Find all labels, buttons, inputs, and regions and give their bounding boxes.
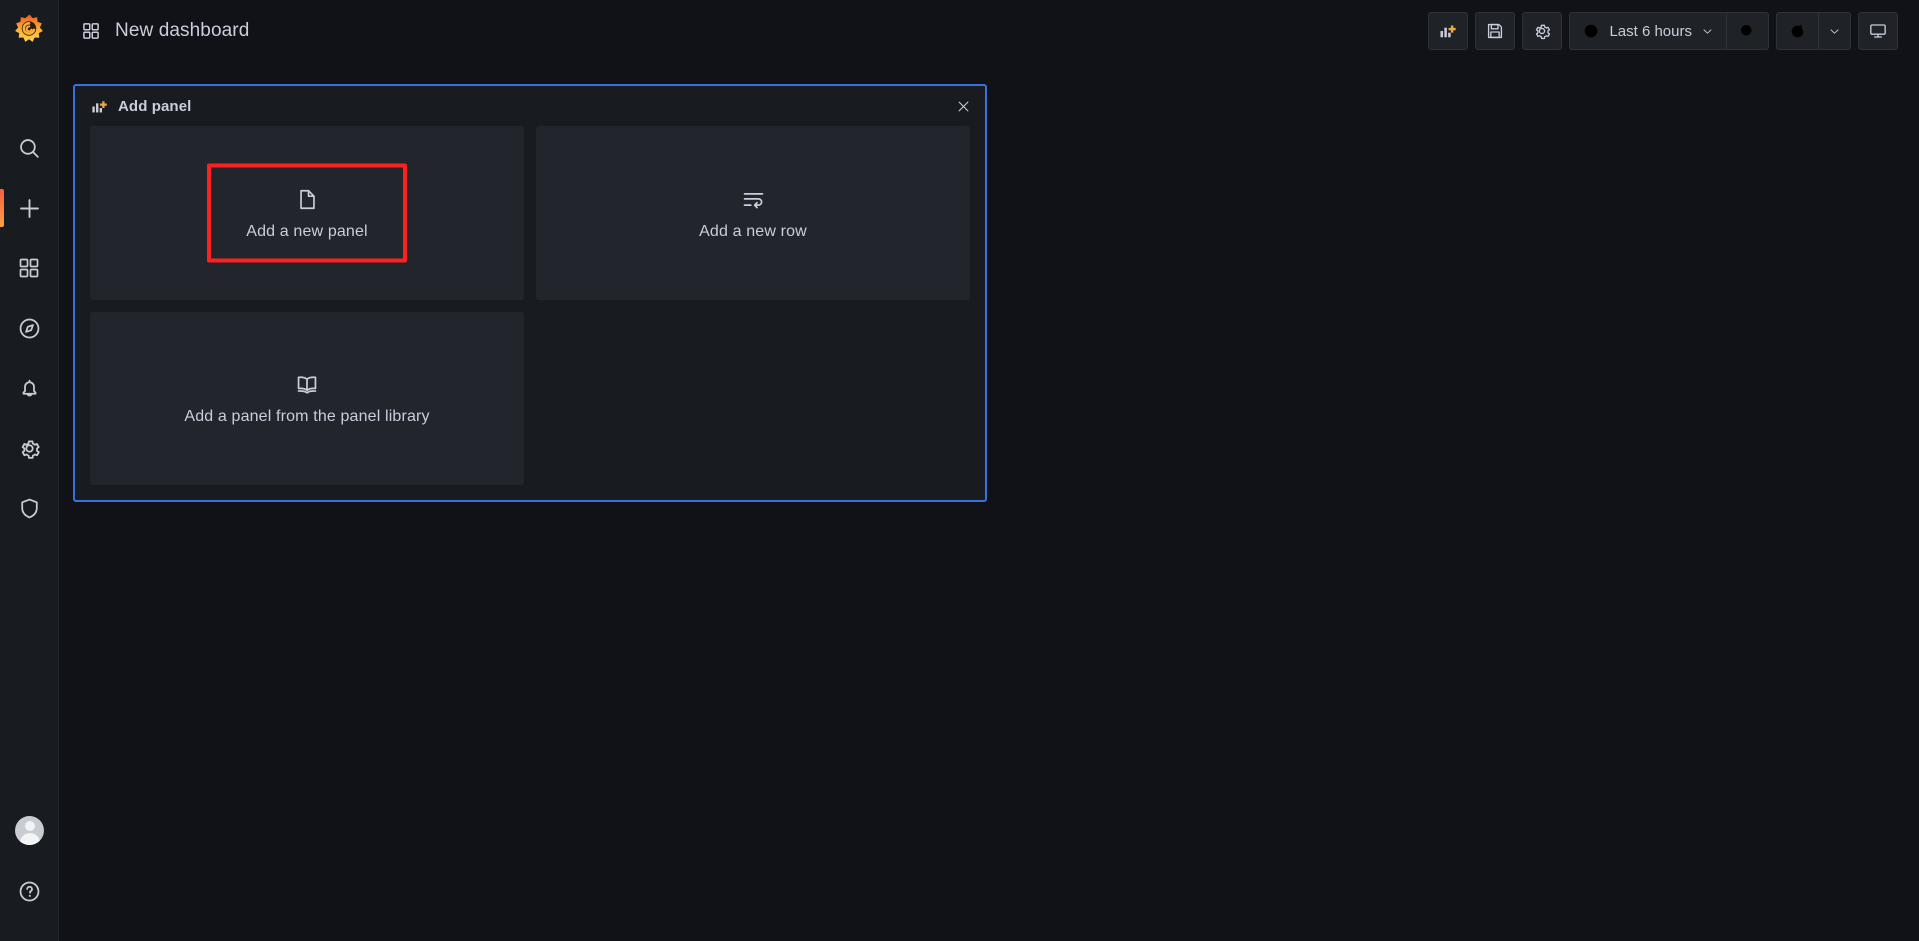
add-panel-header: Add panel [75,86,985,126]
avatar [15,815,44,845]
sidebar-primary-nav [0,118,59,538]
breadcrumb: New dashboard [59,20,249,42]
grafana-logo-icon [14,14,43,42]
gear-icon [21,439,40,459]
apps-grid-icon [19,258,39,278]
search-icon [19,138,39,158]
refresh-interval-picker[interactable] [1818,12,1851,50]
apps-grid-icon [83,23,99,39]
page-title[interactable]: New dashboard [115,20,249,42]
add-a-new-row-label: Add a new row [699,222,807,240]
save-icon [1488,23,1503,39]
add-a-panel-from-the-panel-library-card[interactable]: Add a panel from the panel library [90,311,524,485]
add-panel-widget: Add panel Add a new panel Add a new row … [73,84,987,502]
dashboard-settings-button[interactable] [1522,12,1563,50]
sidebar-item-help[interactable] [0,861,59,921]
add-a-new-panel-label: Add a new panel [246,222,368,240]
sidebar-item-server-admin[interactable] [0,478,59,538]
zoom-out-icon [1741,24,1752,35]
add-panel-header-left: Add panel [90,97,191,116]
sidebar-bottom-nav [0,799,59,921]
question-circle-icon [19,881,40,901]
main-sidebar [0,0,59,941]
refresh-icon [1791,23,1804,37]
grafana-logo-button[interactable] [0,0,59,59]
add-panel-button[interactable] [1428,12,1469,50]
shield-icon [20,498,38,518]
add-panel-icon [92,100,107,112]
bell-icon [22,379,36,396]
add-panel-title: Add panel [118,97,192,115]
sidebar-item-explore[interactable] [0,298,59,358]
add-a-new-panel-icon-slot [295,185,320,215]
tv-mode-button[interactable] [1858,12,1898,50]
grafana-app: New dashboard Last 6 hours Add panel Add… [0,0,1919,941]
zoom-out-time-range-button[interactable] [1726,12,1769,50]
close-icon [958,101,968,111]
refresh-controls [1776,12,1851,50]
topnav-actions: Last 6 hours [1428,12,1919,50]
sidebar-item-search[interactable] [0,118,59,178]
close-add-panel-button[interactable] [947,90,979,122]
compass-icon [19,318,39,338]
refresh-dashboard-button[interactable] [1776,12,1818,50]
top-navbar: New dashboard Last 6 hours [59,0,1919,62]
sidebar-item-configuration[interactable] [0,418,59,478]
add-a-new-row-icon-slot [741,185,766,215]
sidebar-item-alerting[interactable] [0,358,59,418]
sidebar-item-user-profile[interactable] [0,799,59,861]
time-picker-button[interactable]: Last 6 hours [1569,12,1726,50]
add-panel-options: Add a new panel Add a new row Add a pane… [75,126,985,500]
clock-icon [1585,24,1598,38]
panel-library-icon-slot [294,370,320,400]
time-range-value: Last 6 hours [1609,22,1692,40]
text-wrap-icon [743,193,763,209]
save-dashboard-button[interactable] [1475,12,1516,50]
sidebar-item-dashboards[interactable] [0,238,59,298]
plus-icon [19,198,39,218]
sidebar-item-create[interactable] [0,178,59,238]
file-icon [299,190,315,210]
book-open-icon [297,376,317,394]
time-range-controls: Last 6 hours [1569,12,1769,50]
add-a-new-row-card[interactable]: Add a new row [536,126,970,300]
monitor-icon [1870,24,1886,38]
gear-icon [1536,24,1551,40]
add-a-new-panel-card[interactable]: Add a new panel [90,126,524,300]
chevron-down-icon [1703,28,1712,34]
chevron-down-icon [1830,28,1839,34]
panel-library-label: Add a panel from the panel library [184,408,430,426]
empty-slot [536,312,970,486]
add-panel-icon [1440,25,1457,38]
